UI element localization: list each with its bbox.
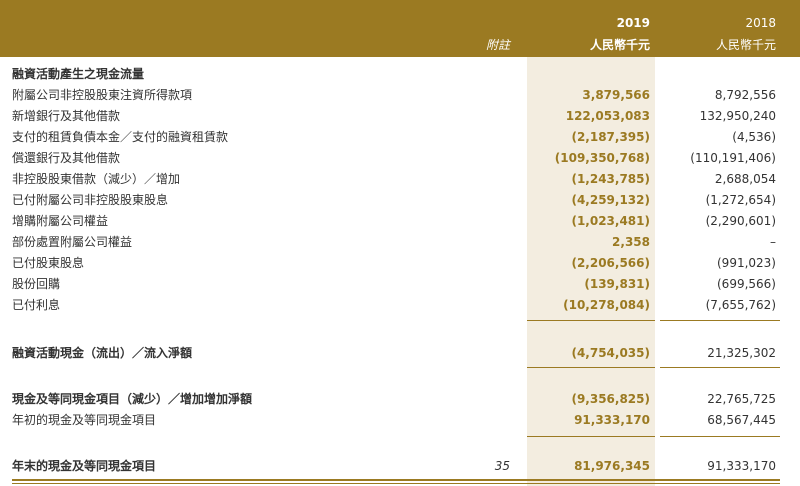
row-label: 已付股東股息: [12, 256, 85, 270]
value-2018: (991,023): [717, 256, 776, 270]
unit-2018-header: 人民幣千元: [715, 38, 776, 52]
row-label: 已付利息: [12, 298, 61, 312]
value-2019: (4,754,035): [571, 346, 650, 360]
value-2018: 2,688,054: [714, 172, 776, 186]
value-2018: 8,792,556: [714, 88, 776, 102]
closing-double-underline-top: [12, 479, 780, 481]
row-label: 非控股股東借款（減少）／增加: [12, 172, 181, 186]
note-column-header: 附註: [485, 38, 510, 52]
value-2019: (139,831): [584, 277, 650, 291]
row-label: 股份回購: [12, 277, 61, 291]
total-divider-2019: [527, 367, 655, 368]
row-label: 年末的現金及等同現金項目: [12, 459, 157, 473]
value-2018: 22,765,725: [707, 392, 776, 406]
value-2019: (2,206,566): [571, 256, 650, 270]
value-2018: (4,536): [732, 130, 776, 144]
value-2019: (109,350,768): [554, 151, 650, 165]
closing-divider-2019: [527, 436, 655, 437]
table-row: 支付的租賃負債本金／支付的融資租賃款 (2,187,395) (4,536): [0, 127, 800, 148]
value-2019: (4,259,132): [571, 193, 650, 207]
table-row: 附屬公司非控股股東注資所得款項 3,879,566 8,792,556: [0, 85, 800, 106]
row-label: 償還銀行及其他借款: [12, 151, 121, 165]
row-label: 現金及等同現金項目（減少）／增加增加淨額: [12, 392, 253, 406]
value-2019: (1,023,481): [571, 214, 650, 228]
section-heading-row: 融資活動產生之現金流量: [0, 64, 800, 85]
table-row: 股份回購 (139,831) (699,566): [0, 274, 800, 295]
value-2018: (699,566): [717, 277, 776, 291]
value-2019: (2,187,395): [571, 130, 650, 144]
value-2018: (110,191,406): [690, 151, 776, 165]
unit-2019-header: 人民幣千元: [589, 38, 650, 52]
closing-double-underline-bottom: [12, 483, 780, 484]
row-label: 附屬公司非控股股東注資所得款項: [12, 88, 193, 102]
table-row: 償還銀行及其他借款 (109,350,768) (110,191,406): [0, 148, 800, 169]
note-reference: 35: [494, 459, 510, 473]
row-label: 年初的現金及等同現金項目: [12, 413, 157, 427]
net-change-row: 現金及等同現金項目（減少）／增加增加淨額 (9,356,825) 22,765,…: [0, 389, 800, 410]
net-financing-row: 融資活動現金（流出）／流入淨額 (4,754,035) 21,325,302: [0, 343, 800, 364]
table-row: 新增銀行及其他借款 122,053,083 132,950,240: [0, 106, 800, 127]
row-label: 已付附屬公司非控股股東股息: [12, 193, 169, 207]
subtotal-divider-2018: [660, 320, 780, 321]
row-label: 新增銀行及其他借款: [12, 109, 121, 123]
value-2018: –: [770, 235, 776, 249]
value-2019: 91,333,170: [574, 413, 650, 427]
value-2018: (7,655,762): [705, 298, 776, 312]
row-label: 增購附屬公司權益: [12, 214, 109, 228]
value-2018: (1,272,654): [705, 193, 776, 207]
value-2019: (9,356,825): [571, 392, 650, 406]
value-2018: 68,567,445: [707, 413, 776, 427]
year-2018-header: 2018: [745, 16, 776, 30]
value-2018: 132,950,240: [699, 109, 776, 123]
row-label: 部份處置附屬公司權益: [12, 235, 133, 249]
table-row: 已付附屬公司非控股股東股息 (4,259,132) (1,272,654): [0, 190, 800, 211]
table-row: 已付利息 (10,278,084) (7,655,762): [0, 295, 800, 316]
closing-divider-2018: [660, 436, 780, 437]
table-row: 部份處置附屬公司權益 2,358 –: [0, 232, 800, 253]
value-2018: 91,333,170: [707, 459, 776, 473]
value-2018: 21,325,302: [707, 346, 776, 360]
closing-balance-row: 年末的現金及等同現金項目 35 81,976,345 91,333,170: [0, 456, 800, 477]
value-2019: 2,358: [612, 235, 650, 249]
section-title: 融資活動產生之現金流量: [12, 67, 145, 81]
table-row: 增購附屬公司權益 (1,023,481) (2,290,601): [0, 211, 800, 232]
row-label: 融資活動現金（流出）／流入淨額: [12, 346, 193, 360]
value-2019: 122,053,083: [565, 109, 650, 123]
year-2019-header: 2019: [616, 16, 650, 30]
table-row: 非控股股東借款（減少）／增加 (1,243,785) 2,688,054: [0, 169, 800, 190]
value-2019: 3,879,566: [582, 88, 650, 102]
total-divider-2018: [660, 367, 780, 368]
table-row: 已付股東股息 (2,206,566) (991,023): [0, 253, 800, 274]
value-2018: (2,290,601): [705, 214, 776, 228]
value-2019: (1,243,785): [571, 172, 650, 186]
opening-balance-row: 年初的現金及等同現金項目 91,333,170 68,567,445: [0, 410, 800, 431]
subtotal-divider-2019: [527, 320, 655, 321]
row-label: 支付的租賃負債本金／支付的融資租賃款: [12, 130, 229, 144]
value-2019: 81,976,345: [574, 459, 650, 473]
value-2019: (10,278,084): [563, 298, 650, 312]
